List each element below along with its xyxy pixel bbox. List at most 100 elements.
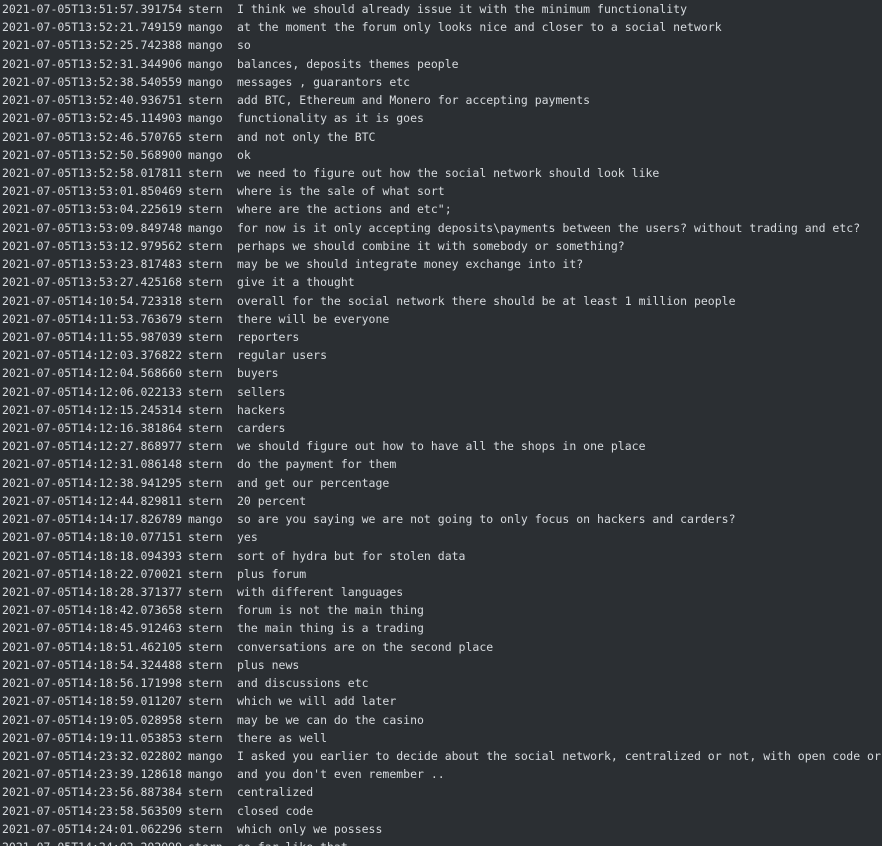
log-timestamp: 2021-07-05T14:10:54.723318 bbox=[2, 292, 188, 310]
log-message: may be we can do the casino bbox=[237, 713, 424, 727]
log-row: 2021-07-05T13:52:21.749159mangoat the mo… bbox=[0, 18, 882, 36]
log-message: there as well bbox=[237, 731, 327, 745]
log-message: closed code bbox=[237, 804, 313, 818]
chat-log-viewport: 2021-07-05T13:51:57.391754sternI think w… bbox=[0, 0, 882, 846]
log-row: 2021-07-05T14:10:54.723318sternoverall f… bbox=[0, 292, 882, 310]
log-nick: stern bbox=[188, 128, 237, 146]
log-timestamp: 2021-07-05T14:19:05.028958 bbox=[2, 711, 188, 729]
log-timestamp: 2021-07-05T14:18:51.462105 bbox=[2, 638, 188, 656]
log-row: 2021-07-05T14:12:03.376822sternregular u… bbox=[0, 346, 882, 364]
log-nick: stern bbox=[188, 711, 237, 729]
log-timestamp: 2021-07-05T13:52:46.570765 bbox=[2, 128, 188, 146]
log-nick: stern bbox=[188, 474, 237, 492]
log-timestamp: 2021-07-05T14:18:18.094393 bbox=[2, 547, 188, 565]
log-timestamp: 2021-07-05T14:14:17.826789 bbox=[2, 510, 188, 528]
log-timestamp: 2021-07-05T14:18:59.011207 bbox=[2, 692, 188, 710]
log-nick: stern bbox=[188, 182, 237, 200]
log-nick: stern bbox=[188, 674, 237, 692]
log-nick: stern bbox=[188, 455, 237, 473]
log-timestamp: 2021-07-05T13:53:04.225619 bbox=[2, 200, 188, 218]
log-nick: stern bbox=[188, 619, 237, 637]
log-timestamp: 2021-07-05T14:18:28.371377 bbox=[2, 583, 188, 601]
log-message: add BTC, Ethereum and Monero for accepti… bbox=[237, 93, 590, 107]
log-row: 2021-07-05T14:12:27.868977sternwe should… bbox=[0, 437, 882, 455]
log-message: we need to figure out how the social net… bbox=[237, 166, 659, 180]
log-nick: stern bbox=[188, 255, 237, 273]
log-row: 2021-07-05T13:51:57.391754sternI think w… bbox=[0, 0, 882, 18]
log-nick: mango bbox=[188, 146, 237, 164]
log-row: 2021-07-05T13:53:12.979562sternperhaps w… bbox=[0, 237, 882, 255]
log-message: messages , guarantors etc bbox=[237, 75, 410, 89]
log-row: 2021-07-05T14:12:16.381864sterncarders bbox=[0, 419, 882, 437]
log-message: centralized bbox=[237, 785, 313, 799]
log-message: where are the actions and etc"; bbox=[237, 202, 452, 216]
log-message: reporters bbox=[237, 330, 299, 344]
log-timestamp: 2021-07-05T14:18:45.912463 bbox=[2, 619, 188, 637]
log-nick: stern bbox=[188, 273, 237, 291]
log-message: at the moment the forum only looks nice … bbox=[237, 20, 722, 34]
log-timestamp: 2021-07-05T13:53:27.425168 bbox=[2, 273, 188, 291]
log-timestamp: 2021-07-05T14:12:16.381864 bbox=[2, 419, 188, 437]
log-row: 2021-07-05T13:53:23.817483sternmay be we… bbox=[0, 255, 882, 273]
log-timestamp: 2021-07-05T13:51:57.391754 bbox=[2, 0, 188, 18]
log-message: ok bbox=[237, 148, 251, 162]
log-row: 2021-07-05T14:23:32.022802mangoI asked y… bbox=[0, 747, 882, 765]
log-message: sort of hydra but for stolen data bbox=[237, 549, 465, 563]
log-timestamp: 2021-07-05T13:53:09.849748 bbox=[2, 219, 188, 237]
log-row: 2021-07-05T13:52:50.568900mangook bbox=[0, 146, 882, 164]
log-nick: stern bbox=[188, 802, 237, 820]
log-message: which only we possess bbox=[237, 822, 382, 836]
log-nick: stern bbox=[188, 583, 237, 601]
log-timestamp: 2021-07-05T14:11:55.987039 bbox=[2, 328, 188, 346]
log-timestamp: 2021-07-05T14:12:27.868977 bbox=[2, 437, 188, 455]
log-nick: stern bbox=[188, 492, 237, 510]
log-timestamp: 2021-07-05T14:18:22.070021 bbox=[2, 565, 188, 583]
log-timestamp: 2021-07-05T14:18:10.077151 bbox=[2, 528, 188, 546]
log-nick: stern bbox=[188, 692, 237, 710]
log-nick: stern bbox=[188, 437, 237, 455]
log-message: the main thing is a trading bbox=[237, 621, 424, 635]
log-nick: stern bbox=[188, 820, 237, 838]
log-row: 2021-07-05T14:12:06.022133sternsellers bbox=[0, 383, 882, 401]
log-nick: mango bbox=[188, 747, 237, 765]
log-nick: stern bbox=[188, 364, 237, 382]
log-timestamp: 2021-07-05T14:23:58.563509 bbox=[2, 802, 188, 820]
log-message: may be we should integrate money exchang… bbox=[237, 257, 583, 271]
log-nick: stern bbox=[188, 419, 237, 437]
log-row: 2021-07-05T13:52:58.017811sternwe need t… bbox=[0, 164, 882, 182]
log-timestamp: 2021-07-05T14:12:03.376822 bbox=[2, 346, 188, 364]
log-timestamp: 2021-07-05T13:53:01.850469 bbox=[2, 182, 188, 200]
log-row: 2021-07-05T14:11:55.987039sternreporters bbox=[0, 328, 882, 346]
log-row: 2021-07-05T13:52:38.540559mangomessages … bbox=[0, 73, 882, 91]
log-nick: stern bbox=[188, 346, 237, 364]
log-timestamp: 2021-07-05T14:11:53.763679 bbox=[2, 310, 188, 328]
log-timestamp: 2021-07-05T14:24:02.202099 bbox=[2, 838, 188, 846]
log-timestamp: 2021-07-05T13:52:40.936751 bbox=[2, 91, 188, 109]
log-message: functionality as it is goes bbox=[237, 111, 424, 125]
log-message: balances, deposits themes people bbox=[237, 57, 459, 71]
log-message: and get our percentage bbox=[237, 476, 389, 490]
log-nick: mango bbox=[188, 55, 237, 73]
log-row: 2021-07-05T14:18:54.324488sternplus news bbox=[0, 656, 882, 674]
log-message: perhaps we should combine it with somebo… bbox=[237, 239, 625, 253]
log-message: conversations are on the second place bbox=[237, 640, 493, 654]
log-message: where is the sale of what sort bbox=[237, 184, 445, 198]
log-message: we should figure out how to have all the… bbox=[237, 439, 646, 453]
log-nick: stern bbox=[188, 729, 237, 747]
log-nick: stern bbox=[188, 200, 237, 218]
log-message: hackers bbox=[237, 403, 285, 417]
log-row: 2021-07-05T14:24:02.202099sternso far li… bbox=[0, 838, 882, 846]
log-row: 2021-07-05T14:18:59.011207sternwhich we … bbox=[0, 692, 882, 710]
log-timestamp: 2021-07-05T13:52:25.742388 bbox=[2, 36, 188, 54]
log-nick: stern bbox=[188, 383, 237, 401]
log-row: 2021-07-05T13:53:27.425168sterngive it a… bbox=[0, 273, 882, 291]
log-message: plus forum bbox=[237, 567, 306, 581]
log-message: with different languages bbox=[237, 585, 403, 599]
log-nick: mango bbox=[188, 510, 237, 528]
log-row: 2021-07-05T14:12:38.941295sternand get o… bbox=[0, 474, 882, 492]
log-timestamp: 2021-07-05T14:12:38.941295 bbox=[2, 474, 188, 492]
log-timestamp: 2021-07-05T14:23:32.022802 bbox=[2, 747, 188, 765]
log-row: 2021-07-05T14:19:05.028958sternmay be we… bbox=[0, 711, 882, 729]
log-row: 2021-07-05T13:53:01.850469sternwhere is … bbox=[0, 182, 882, 200]
log-row: 2021-07-05T14:24:01.062296sternwhich onl… bbox=[0, 820, 882, 838]
